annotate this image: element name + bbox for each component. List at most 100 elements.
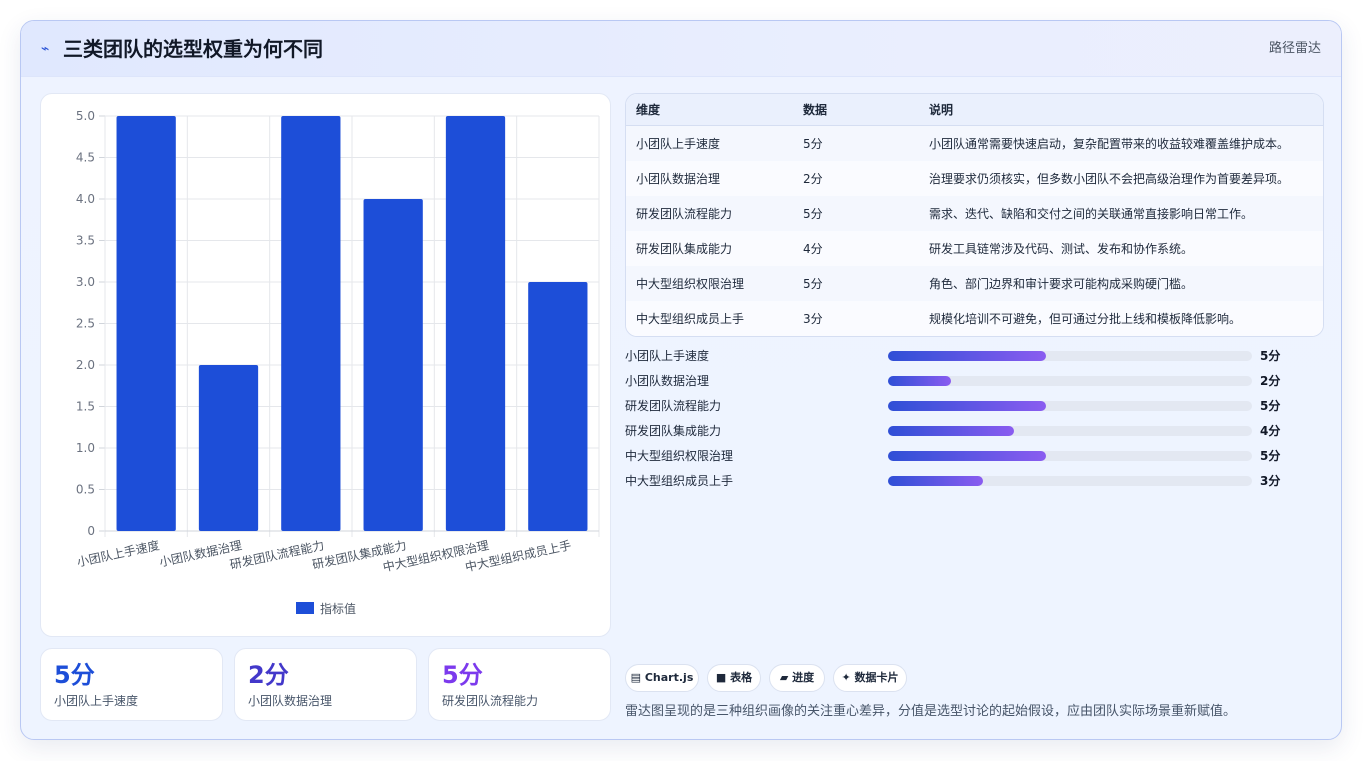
table-row: 小团队数据治理 2分 治理要求仍须核实，但多数小团队不会把高级治理作为首要差异项… [626,161,1323,196]
bar-chart: 00.51.01.52.02.53.03.54.04.55.0小团队上手速度小团… [75,109,600,616]
table-row: 研发团队流程能力 5分 需求、迭代、缺陷和交付之间的关联通常直接影响日常工作。 [626,196,1323,231]
chip-label: Chart.js [644,671,694,684]
x-tick-label: 小团队上手速度 [75,537,160,569]
table-cell: 4分 [803,242,823,256]
progress-row: 研发团队流程能力 5分 [625,397,1325,415]
table-cell: 规模化培训不可避免，但可通过分批上线和模板降低影响。 [929,312,1242,326]
progress-row: 小团队数据治理 2分 [625,372,1325,390]
progress-value: 5分 [1260,349,1281,363]
progress-track [888,426,1252,436]
chip-data-card[interactable]: ✦ 数据卡片 [833,664,907,692]
chip-progress[interactable]: ▰ 进度 [769,664,825,692]
progress-fill [888,426,1015,436]
progress-track [888,401,1252,411]
y-tick-label: 2.0 [76,358,95,372]
progress-fill [888,376,952,386]
progress-row: 研发团队集成能力 4分 [625,422,1325,440]
y-tick-label: 0 [87,524,95,538]
y-tick-label: 4.0 [76,192,95,206]
table-row: 研发团队集成能力 4分 研发工具链常涉及代码、测试、发布和协作系统。 [626,231,1323,266]
table-cell: 小团队通常需要快速启动，复杂配置带来的收益较难覆盖维护成本。 [929,137,1290,151]
table-icon: ■ [715,671,727,684]
progress-value: 4分 [1260,424,1281,438]
progress-label: 小团队数据治理 [625,374,710,388]
stat-label: 小团队数据治理 [248,694,333,708]
y-tick-label: 1.0 [76,441,95,455]
progress-track [888,451,1252,461]
progress-label: 研发团队集成能力 [625,424,722,438]
main-card: ⌁ 三类团队的选型权重为何不同 路径雷达 0 0.5 1.0 1.5 2.0 2.5 3.0… [20,20,1342,740]
progress-label: 中大型组织权限治理 [625,449,734,463]
table-header-cell: 维度 [636,103,661,117]
progress-label: 小团队上手速度 [625,349,710,363]
stat-card: 2分 小团队数据治理 [234,648,417,721]
progress-row: 中大型组织成员上手 3分 [625,472,1325,490]
progress-value: 2分 [1260,374,1281,388]
chip-label: 表格 [730,671,753,684]
y-tick-label: 2.5 [76,317,95,331]
table-header-row: 维度 数据 说明 [626,94,1323,126]
table-row: 中大型组织成员上手 3分 规模化培训不可避免，但可通过分批上线和模板降低影响。 [626,301,1323,336]
table-cell: 小团队上手速度 [636,137,721,151]
bar [363,199,423,531]
y-tick-label: 5.0 [76,109,95,123]
table-cell: 中大型组织成员上手 [636,312,745,326]
chip-label: 数据卡片 [854,671,899,684]
y-tick-label: 4.5 [76,151,95,165]
bar-chart-panel: 0 0.5 1.0 1.5 2.0 2.5 3.0 3.5 4.0 4.5 5.0 小团队上手速度 小团… [40,93,611,637]
bar [528,282,588,531]
progress-fill [888,351,1046,361]
bar [198,365,259,531]
progress-fill [888,451,1046,461]
table-row: 中大型组织权限治理 5分 角色、部门边界和审计要求可能构成采购硬门槛。 [626,266,1323,301]
table-cell: 2分 [803,172,823,186]
table-cell: 小团队数据治理 [636,172,721,186]
table-header-cell: 说明 [929,103,954,117]
y-tick-label: 3.5 [76,234,95,248]
progress-label: 研发团队流程能力 [625,399,722,413]
progress-row: 中大型组织权限治理 5分 [625,447,1325,465]
stat-value: 5分 [54,661,95,689]
table-cell: 5分 [803,207,823,221]
stat-label: 小团队上手速度 [54,694,139,708]
sparkle-icon: ✦ [841,671,851,684]
bar [445,116,506,531]
table-cell: 治理要求仍须核实，但多数小团队不会把高级治理作为首要差异项。 [929,172,1290,186]
progress-value: 5分 [1260,399,1281,413]
y-tick-label: 0.5 [76,483,95,497]
legend-label: 指标值 [320,601,356,616]
pulse-icon: ⌁ [41,41,50,57]
table-row: 小团队上手速度 5分 小团队通常需要快速启动，复杂配置带来的收益较难覆盖维护成本… [626,126,1323,161]
table-cell: 3分 [803,312,823,326]
data-table: 维度 数据 说明 小团队上手速度 5分 小团队通常需要快速启动，复杂配置带来的收… [625,93,1324,337]
y-tick-label: 1.5 [76,400,95,414]
y-tick-label: 3.0 [76,275,95,289]
table-header-cell: 数据 [803,103,828,117]
table-cell: 研发团队集成能力 [636,242,733,256]
table-cell: 研发团队流程能力 [636,207,733,221]
legend-swatch [296,602,314,614]
header-tag: 路径雷达 [1268,41,1321,56]
progress-list: 小团队上手速度 5分 小团队数据治理 2分 研发团队流程能力 5分 研发团队集成… [625,347,1325,490]
table-cell: 需求、迭代、缺陷和交付之间的关联通常直接影响日常工作。 [929,207,1254,221]
progress-value: 3分 [1260,474,1281,488]
progress-label: 中大型组织成员上手 [625,474,734,488]
table-cell: 角色、部门边界和审计要求可能构成采购硬门槛。 [929,277,1194,291]
progress-icon: ▰ [779,671,789,684]
stat-card: 5分 小团队上手速度 [40,648,223,721]
progress-value: 5分 [1260,449,1281,463]
table-cell: 研发工具链常涉及代码、测试、发布和协作系统。 [929,242,1194,256]
progress-fill [888,401,1046,411]
x-tick-label: 研发团队流程能力 [228,537,325,572]
progress-track [888,376,1252,386]
chip-table[interactable]: ■ 表格 [707,664,761,692]
progress-fill [888,476,983,486]
stat-label: 研发团队流程能力 [442,694,539,708]
footnote: 雷达图呈现的是三种组织画像的关注重心差异，分值是选型讨论的起始假设，应由团队实际… [625,704,1237,719]
progress-row: 小团队上手速度 5分 [625,347,1325,365]
chip-chartjs[interactable]: ▤ Chart.js [625,664,699,692]
table-cell: 中大型组织权限治理 [636,277,745,291]
stat-value: 5分 [442,661,483,689]
bar [116,116,176,531]
table-cell: 5分 [803,137,823,151]
